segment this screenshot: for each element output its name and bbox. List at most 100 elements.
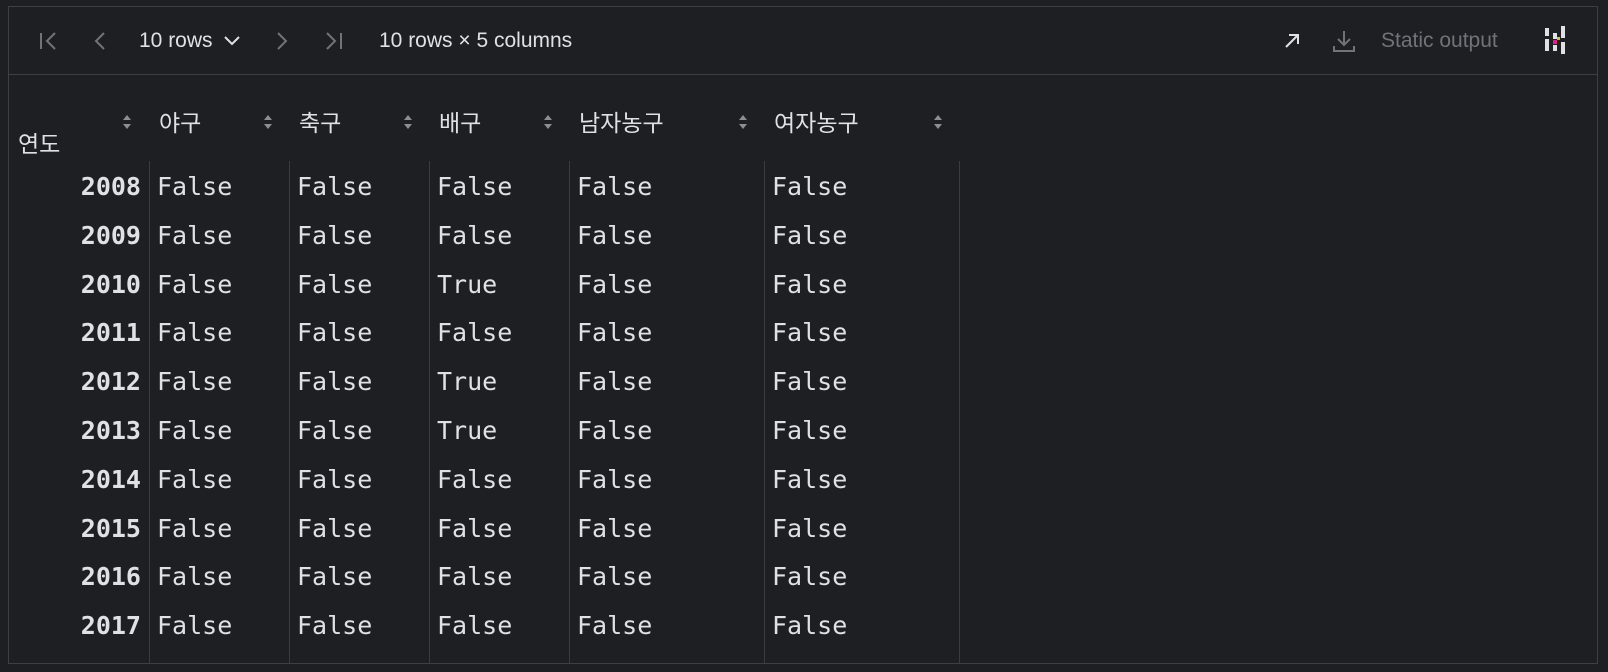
column-header[interactable]: 배구 (439, 101, 481, 141)
table-cell: False (772, 367, 848, 397)
download-icon (1331, 28, 1357, 54)
last-page-button[interactable] (321, 7, 345, 75)
row-index-cell: 2009 (80, 220, 141, 250)
table-cell: False (157, 220, 233, 250)
table-cell: True (437, 367, 498, 397)
table-cell: False (157, 172, 233, 201)
open-external-icon (1281, 30, 1303, 52)
row-index-cell: 2010 (80, 269, 141, 299)
table-row: 2011 False False False False False (9, 308, 969, 357)
table-cell: False (772, 269, 848, 299)
first-page-button[interactable] (37, 7, 61, 75)
sort-column-icon[interactable] (543, 113, 553, 131)
table-cell: False (577, 269, 653, 299)
static-output-label: Static output (1381, 29, 1498, 52)
table-cell: False (157, 318, 233, 348)
table-row: 2010 False False True False False (9, 260, 969, 309)
table-cell: False (437, 513, 513, 543)
table-cell: False (577, 172, 653, 201)
prev-page-icon (89, 29, 111, 53)
table-row: 2016 False False False False False (9, 552, 969, 601)
table-cell: False (772, 464, 848, 494)
column-header[interactable]: 축구 (299, 101, 341, 141)
table-row: 2014 False False False False False (9, 455, 969, 504)
dataframe-toolbar: 10 rows 10 rows × 5 columns Static outpu… (9, 7, 1597, 75)
table-cell: False (772, 220, 848, 250)
sort-column-icon[interactable] (933, 113, 943, 131)
row-index-cell: 2016 (80, 562, 141, 592)
table-cell: False (297, 513, 373, 543)
table-row: 2012 False False True False False (9, 357, 969, 406)
table-cell: False (157, 464, 233, 494)
table-cell: False (297, 416, 373, 445)
table-row: 2017 False False False False False (9, 601, 969, 650)
table-cell: False (772, 513, 848, 543)
prev-page-button[interactable] (89, 7, 111, 75)
pandas-logo-icon (1543, 26, 1567, 56)
table-cell: False (157, 562, 233, 592)
table-cell: False (437, 611, 513, 641)
table-cell: False (297, 220, 373, 250)
row-index-cell: 2012 (80, 367, 141, 397)
table-cell: False (297, 562, 373, 592)
next-page-button[interactable] (271, 7, 293, 75)
table-cell: False (577, 220, 653, 250)
table-row: 2009 False False False False False (9, 211, 969, 260)
table-cell: False (577, 611, 653, 641)
row-index-cell: 2014 (80, 464, 141, 494)
index-header: 연도 (18, 131, 61, 157)
column-header[interactable]: 남자농구 (579, 101, 664, 141)
row-index-cell: 2011 (80, 318, 141, 348)
sort-column-icon[interactable] (738, 113, 748, 131)
table-cell: False (297, 367, 373, 397)
dataframe-viewer: 10 rows 10 rows × 5 columns Static outpu… (8, 6, 1598, 664)
table-cell: False (157, 269, 233, 299)
table-cell: False (772, 611, 848, 641)
table-row: 2015 False False False False False (9, 504, 969, 553)
table-cell: False (297, 318, 373, 348)
table-cell: True (437, 269, 498, 299)
table-cell: False (157, 416, 233, 445)
table-row: 2008 False False False False False (9, 162, 969, 211)
table-cell: False (157, 513, 233, 543)
sort-column-icon[interactable] (263, 113, 273, 131)
shape-label: 10 rows × 5 columns (379, 29, 573, 52)
row-index-cell: 2015 (80, 513, 141, 543)
row-index-cell: 2017 (80, 611, 141, 641)
table-cell: False (772, 172, 848, 201)
column-header[interactable]: 여자농구 (774, 101, 859, 141)
next-page-icon (271, 29, 293, 53)
data-table: 연도 야구 축구 배구 남자농구 여자농구 2008FalseFalseF (9, 75, 1597, 663)
table-cell: False (297, 269, 373, 299)
pandas-view-button[interactable] (1543, 7, 1567, 75)
table-cell: False (437, 220, 513, 250)
table-cell: False (297, 464, 373, 494)
column-header[interactable]: 야구 (159, 101, 201, 141)
table-cell: False (437, 318, 513, 348)
row-index-cell: 2013 (80, 416, 141, 445)
table-cell: False (437, 172, 513, 201)
rows-per-page-select[interactable]: 10 rows (139, 7, 241, 75)
table-cell: False (437, 562, 513, 592)
table-cell: False (577, 367, 653, 397)
table-cell: False (577, 562, 653, 592)
last-page-icon (321, 29, 345, 53)
table-cell: False (772, 562, 848, 592)
chevron-down-icon (223, 35, 241, 47)
static-output-toggle[interactable]: Static output (1381, 7, 1498, 75)
table-cell: False (772, 416, 848, 445)
sort-index-icon[interactable] (122, 113, 132, 131)
download-button[interactable] (1331, 7, 1357, 75)
table-cell: False (772, 318, 848, 348)
table-cell: True (437, 416, 498, 445)
table-shape-info: 10 rows × 5 columns (379, 7, 572, 75)
table-cell: False (297, 172, 373, 201)
table-cell: False (577, 416, 653, 445)
table-cell: False (577, 513, 653, 543)
first-page-icon (37, 29, 61, 53)
table-cell: False (157, 367, 233, 397)
open-in-editor-button[interactable] (1281, 7, 1303, 75)
row-index-cell: 2008 (80, 172, 141, 201)
sort-column-icon[interactable] (403, 113, 413, 131)
table-cell: False (297, 611, 373, 641)
